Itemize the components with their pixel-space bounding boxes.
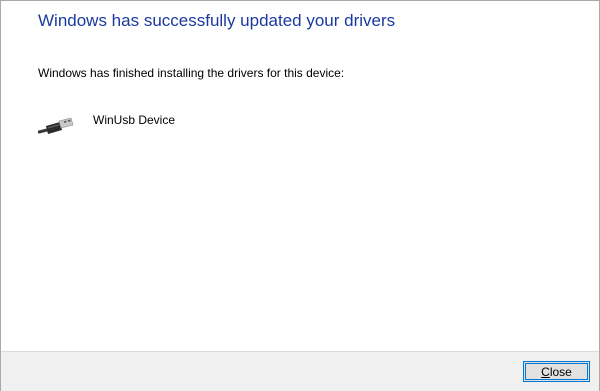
usb-plug-icon — [38, 117, 74, 134]
close-button[interactable]: Close — [523, 361, 590, 382]
dialog-content: Windows has successfully updated your dr… — [1, 1, 599, 341]
dialog-title: Windows has successfully updated your dr… — [38, 11, 396, 30]
dialog-message: Windows has finished installing the driv… — [38, 66, 345, 80]
device-name: WinUsb Device — [93, 113, 176, 127]
close-button-mnemonic: C — [541, 364, 550, 379]
dialog-footer: Close — [1, 351, 599, 391]
close-button-label: lose — [549, 364, 572, 379]
device-list-item: WinUsb Device — [38, 113, 338, 137]
driver-update-dialog: Windows has successfully updated your dr… — [0, 0, 600, 391]
